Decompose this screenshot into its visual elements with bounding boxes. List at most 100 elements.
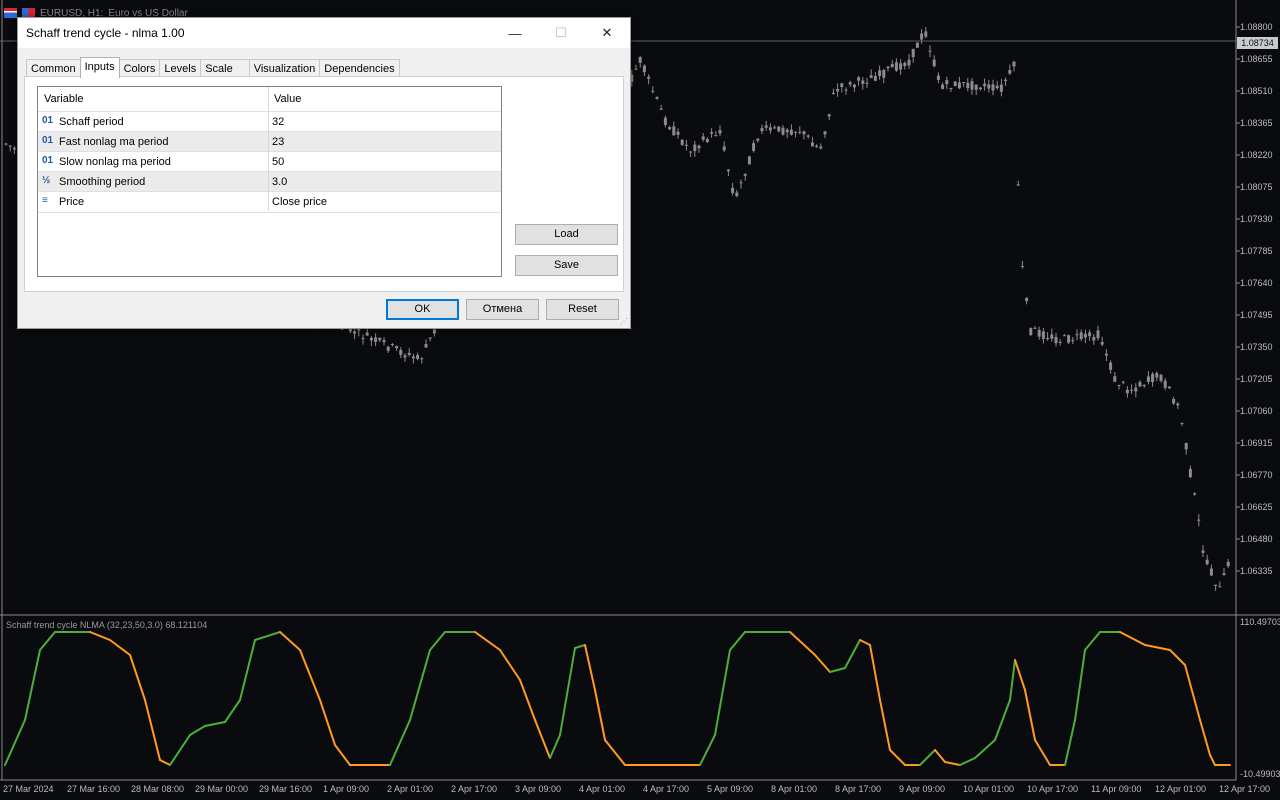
candle-body (361, 338, 365, 340)
stc-segment (859, 639, 871, 646)
candle-body (932, 59, 936, 67)
stc-segment (1009, 659, 1016, 701)
candle-body (1167, 386, 1171, 389)
candle-body (1226, 561, 1230, 567)
time-tick-label: 8 Apr 17:00 (835, 784, 882, 794)
price-tick-label: 1.07785 (1240, 246, 1273, 256)
candle-body (378, 337, 382, 341)
stc-segment (1064, 719, 1076, 766)
candle-body (722, 146, 726, 151)
dialog-titlebar[interactable]: Schaff trend cycle - nlma 1.00 — ☐ ✕ (18, 18, 630, 48)
candle-body (1083, 333, 1087, 338)
save-button[interactable]: Save (515, 255, 618, 276)
input-row[interactable]: 01 Schaff period 32 (38, 111, 501, 132)
candle-body (1142, 384, 1146, 387)
input-value[interactable]: 23 (272, 136, 284, 148)
one-click-trading-icon[interactable] (4, 8, 17, 18)
column-header-variable[interactable]: Variable (44, 93, 84, 105)
candle-body (1214, 584, 1218, 586)
time-tick-label: 4 Apr 17:00 (643, 784, 690, 794)
candle-body (1088, 332, 1092, 337)
candle-body (731, 187, 735, 194)
candle-body (785, 129, 789, 133)
candle-body (815, 145, 819, 148)
candle-body (987, 84, 991, 89)
ok-button[interactable]: OK (386, 299, 459, 320)
load-button[interactable]: Load (515, 224, 618, 245)
candle-body (1012, 61, 1016, 67)
tab-inputs[interactable]: Inputs (79, 57, 120, 78)
price-tick-label: 1.08220 (1240, 150, 1273, 160)
input-value[interactable]: 32 (272, 116, 284, 128)
candle-body (794, 131, 798, 133)
candle-body (705, 139, 709, 143)
stc-segment (39, 631, 56, 651)
candle-body (941, 84, 945, 89)
candle-body (911, 48, 915, 58)
cancel-button[interactable]: Отмена (466, 299, 539, 320)
candle-body (1079, 332, 1083, 340)
stc-segment (254, 631, 281, 641)
candle-body (1058, 341, 1062, 343)
stc-segment (389, 719, 411, 766)
stc-segment (189, 725, 206, 736)
input-value[interactable]: 50 (272, 156, 284, 168)
candle-body (684, 144, 688, 146)
input-row[interactable]: 01 Slow nonlag ma period 50 (38, 151, 501, 172)
candle-body (710, 132, 714, 134)
candle-body (416, 355, 420, 359)
candle-body (995, 85, 999, 89)
time-tick-label: 5 Apr 09:00 (707, 784, 754, 794)
reset-button[interactable]: Reset (546, 299, 619, 320)
minimize-button[interactable]: — (492, 18, 538, 48)
candle-body (827, 114, 831, 117)
input-name: Fast nonlag ma period (59, 136, 169, 148)
input-value[interactable]: 3.0 (272, 176, 287, 188)
candle-body (634, 68, 638, 70)
candle-body (1004, 79, 1008, 82)
price-tick-label: 1.08655 (1240, 54, 1273, 64)
stc-segment (934, 749, 946, 763)
candle-body (676, 131, 680, 135)
input-row[interactable]: ½ Smoothing period 3.0 (38, 171, 501, 192)
input-row[interactable]: 01 Fast nonlag ma period 23 (38, 131, 501, 152)
candle-body (1054, 336, 1058, 344)
stc-segment (1169, 649, 1186, 666)
stc-segment (994, 699, 1011, 741)
column-header-value[interactable]: Value (274, 93, 301, 105)
candle-body (848, 82, 852, 85)
candle-body (1138, 381, 1142, 387)
dialog-tabs: Common Inputs Colors Levels Scale Visual… (26, 57, 400, 78)
candle-body (831, 92, 835, 94)
price-tick-label: 1.07640 (1240, 278, 1273, 288)
candle-body (1130, 389, 1134, 391)
stc-segment (1034, 739, 1051, 766)
candle-body (714, 135, 718, 137)
stc-segment (814, 654, 831, 673)
candle-body (928, 50, 932, 52)
candle-body (424, 344, 428, 348)
input-value[interactable]: Close price (272, 196, 327, 208)
candle-body (739, 182, 743, 184)
input-row[interactable]: ≡ Price Close price (38, 191, 501, 213)
candle-body (773, 127, 777, 129)
candle-body (1109, 362, 1113, 370)
resize-grip-icon[interactable]: ⋰ (620, 317, 628, 326)
stc-segment (1084, 631, 1101, 651)
candle-body (407, 352, 411, 356)
candle-body (966, 82, 970, 89)
close-button[interactable]: ✕ (584, 18, 630, 48)
price-tick-label: 1.08510 (1240, 86, 1273, 96)
candle-body (680, 139, 684, 145)
time-tick-label: 27 Mar 16:00 (67, 784, 121, 794)
price-tick-label: 1.07930 (1240, 214, 1273, 224)
candle-body (403, 355, 407, 358)
candle-body (1172, 398, 1176, 404)
candle-body (672, 126, 676, 136)
stc-segment (594, 689, 606, 741)
candle-body (369, 337, 373, 341)
indicator-min-label: -10.49903 (1240, 769, 1280, 779)
price-tick-label: 1.08075 (1240, 182, 1273, 192)
candle-body (357, 328, 361, 331)
candle-body (642, 65, 646, 73)
